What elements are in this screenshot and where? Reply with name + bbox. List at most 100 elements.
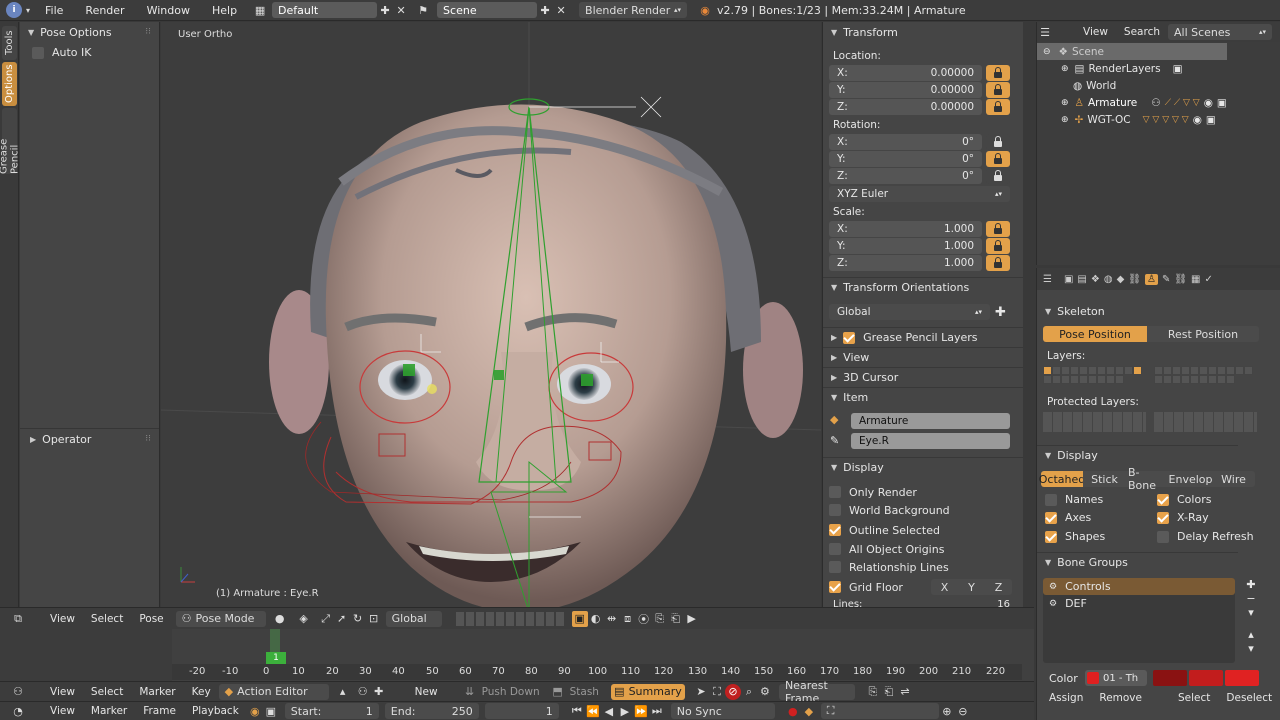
jump-prev-key-icon[interactable]: ⏪: [585, 703, 601, 719]
axis-y-button[interactable]: Y: [958, 579, 985, 595]
lock-rotation-z-icon[interactable]: [986, 168, 1010, 184]
keying-set-field[interactable]: ⛶: [820, 703, 939, 719]
lock-rotation-x-icon[interactable]: [986, 134, 1010, 150]
colors-checkbox[interactable]: [1157, 493, 1169, 506]
tl-menu-playback[interactable]: Playback: [184, 705, 247, 717]
layer-cell[interactable]: [1181, 366, 1190, 375]
transform-orientation-select[interactable]: Global: [385, 610, 442, 627]
tab-tools[interactable]: Tools: [2, 26, 17, 60]
layer-cell[interactable]: [1088, 366, 1097, 375]
layer-cell[interactable]: [1097, 366, 1106, 375]
3d-cursor-header[interactable]: ▶ 3D Cursor: [823, 367, 1023, 387]
layer-cell[interactable]: [1097, 375, 1106, 384]
editor-mode-select[interactable]: ◆ Action Editor: [218, 683, 329, 700]
auto-ik-row[interactable]: Auto IK: [20, 42, 159, 59]
move-up-icon[interactable]: ▴: [1243, 628, 1259, 642]
display-type-bbone[interactable]: B-Bone: [1126, 466, 1169, 492]
delay-refresh-row[interactable]: Delay Refresh: [1157, 530, 1254, 543]
lock-scale-x-icon[interactable]: [986, 221, 1010, 237]
layer-cell[interactable]: [1070, 375, 1079, 384]
mirror-icon[interactable]: ⇹: [604, 611, 620, 627]
scene-icon[interactable]: ⚑: [415, 2, 431, 18]
outliner-item-world[interactable]: ◍ World: [1037, 77, 1280, 94]
tl-menu-view[interactable]: View: [42, 705, 83, 717]
outliner-filter-select[interactable]: All Scenes ▴▾: [1168, 24, 1272, 40]
menu-select[interactable]: Select: [83, 613, 131, 625]
active-color-swatch[interactable]: [1225, 670, 1259, 686]
display-type-stick[interactable]: Stick: [1083, 471, 1126, 487]
translate-icon[interactable]: ➚: [334, 611, 350, 627]
layer-cell[interactable]: [1244, 366, 1253, 375]
new-action-button[interactable]: New: [407, 686, 446, 698]
specials-menu-icon[interactable]: ▾: [1243, 606, 1259, 620]
copy-keys-icon[interactable]: ⎘: [865, 684, 881, 700]
record-icon[interactable]: ●: [785, 703, 801, 719]
lock-scale-z-icon[interactable]: [986, 255, 1010, 271]
layer-cell[interactable]: [1163, 375, 1172, 384]
error-filter-icon[interactable]: ⊘: [724, 683, 741, 700]
3d-viewport[interactable]: User Ortho (1) Armature: Eye.R: [161, 22, 821, 607]
lock-range-icon[interactable]: ▣: [263, 703, 279, 719]
outliner-item-scene[interactable]: ⊖ ❖ Scene: [1037, 43, 1227, 60]
shapes-row[interactable]: Shapes: [1045, 530, 1105, 543]
timeline-area[interactable]: 1 -20 -10 0 10 20 30 40 50 60 70 80 90 1…: [0, 629, 1034, 681]
move-down-icon[interactable]: ▾: [1243, 642, 1259, 656]
onion-icon[interactable]: ◐: [588, 611, 604, 627]
xray-checkbox[interactable]: [1157, 511, 1169, 524]
axis-x-button[interactable]: X: [931, 579, 958, 595]
play-icon[interactable]: ▶: [617, 703, 633, 719]
layer-cell[interactable]: [1115, 366, 1124, 375]
sync-mode-select[interactable]: No Sync: [670, 703, 775, 719]
ae-menu-view[interactable]: View: [42, 686, 83, 698]
layer-cell[interactable]: [1106, 366, 1115, 375]
visibility-eye-icon[interactable]: ◉: [1204, 97, 1213, 109]
menu-help[interactable]: Help: [201, 4, 248, 17]
layer-cell[interactable]: [1190, 375, 1199, 384]
expand-toggle-icon[interactable]: ⊕: [1061, 115, 1069, 125]
relationship-lines-checkbox[interactable]: [829, 561, 841, 573]
scale-z-field[interactable]: Z: 1.000: [829, 255, 982, 271]
select-button[interactable]: Select: [1170, 692, 1218, 704]
remove-layout-icon[interactable]: ✕: [393, 2, 409, 18]
item-header[interactable]: ▼ Item: [823, 387, 1023, 407]
menu-render[interactable]: Render: [74, 4, 135, 17]
editor-type-icon[interactable]: ⚇: [10, 684, 26, 700]
bone-group-controls[interactable]: ⚙ Controls: [1043, 578, 1235, 595]
proportional-icon[interactable]: ⦿: [636, 611, 652, 627]
mode-select[interactable]: ⚇ Pose Mode: [175, 610, 266, 627]
ae-menu-marker[interactable]: Marker: [131, 686, 183, 698]
constraints-tab-icon[interactable]: ⛓: [1128, 274, 1141, 285]
layer-cell[interactable]: [1070, 366, 1079, 375]
operator-header[interactable]: ▶ Operator ⁝⁝: [20, 429, 159, 449]
tab-options[interactable]: Options: [2, 62, 17, 106]
tl-menu-frame[interactable]: Frame: [135, 705, 184, 717]
location-y-field[interactable]: Y: 0.00000: [829, 82, 982, 98]
layer-cell[interactable]: [1124, 366, 1133, 375]
render-tab-icon[interactable]: ▣: [1064, 274, 1073, 285]
axis-z-button[interactable]: Z: [985, 579, 1012, 595]
properties-editor-icon[interactable]: ☰: [1043, 274, 1052, 285]
stash-button[interactable]: Stash: [566, 686, 603, 698]
jump-end-icon[interactable]: ⏭: [649, 703, 665, 719]
layer-cell[interactable]: [1226, 375, 1235, 384]
rotation-y-field[interactable]: Y: 0°: [829, 151, 982, 167]
jump-next-key-icon[interactable]: ⏩: [633, 703, 649, 719]
lock-layers-icon[interactable]: ▣: [571, 610, 588, 627]
scene-tab-icon[interactable]: ❖: [1091, 274, 1100, 285]
delete-key-icon[interactable]: ⊖: [955, 703, 971, 719]
ae-menu-select[interactable]: Select: [83, 686, 131, 698]
layer-cell[interactable]: [1235, 366, 1244, 375]
scale-x-field[interactable]: X: 1.000: [829, 221, 982, 237]
display-relationship-lines[interactable]: Relationship Lines: [829, 559, 1016, 575]
rotation-mode-select[interactable]: XYZ Euler ▴▾: [829, 186, 1010, 202]
outliner-item-wgt-oc[interactable]: ⊕ ✢ WGT-OC ▽ ▽ ▽ ▽ ▽ ◉ ▣: [1037, 111, 1280, 128]
outliner-menu-search[interactable]: Search: [1116, 26, 1168, 38]
location-z-field[interactable]: Z: 0.00000: [829, 99, 982, 115]
display-type-wire[interactable]: Wire: [1212, 471, 1255, 487]
editor-type-icon[interactable]: ⧉: [10, 611, 26, 627]
tl-menu-marker[interactable]: Marker: [83, 705, 135, 717]
skeleton-header[interactable]: ▼ Skeleton: [1037, 301, 1238, 321]
rotate-icon[interactable]: ↻: [350, 611, 366, 627]
transform-header[interactable]: ▼ Transform: [823, 22, 1023, 42]
action-browse-icon[interactable]: ⚇: [355, 684, 371, 700]
